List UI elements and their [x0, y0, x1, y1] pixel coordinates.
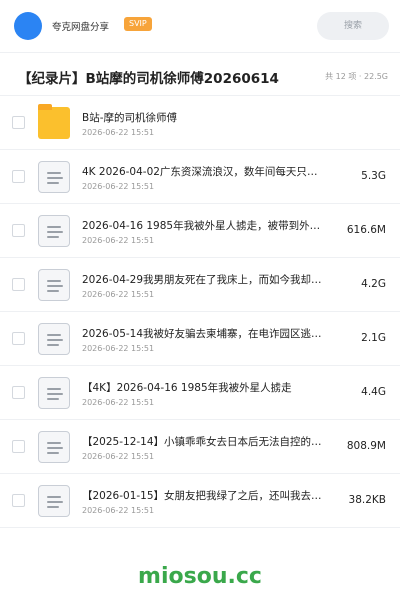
row-checkbox[interactable] [12, 332, 25, 345]
file-name[interactable]: 【2026-01-15】女朋友把我绿了之后，还叫我去接她 [82, 488, 322, 503]
watermark-text: miosou.cc [138, 564, 262, 589]
row-checkbox[interactable] [12, 278, 25, 291]
page-title: 【纪录片】B站摩的司机徐师傅20260614 [18, 71, 279, 87]
file-size: 5.3G [361, 170, 386, 182]
file-date: 2026-06-22 15:51 [82, 128, 155, 137]
file-row[interactable]: 【4K】2026-04-16 1985年我被外星人掳走 2026-06-22 15… [0, 366, 400, 420]
folder-icon [38, 104, 70, 139]
avatar[interactable] [14, 12, 42, 40]
file-name[interactable]: 【4K】2026-04-16 1985年我被外星人掳走 [82, 380, 322, 395]
row-checkbox[interactable] [12, 494, 25, 507]
file-size: 616.6M [346, 224, 386, 236]
file-date: 2026-06-22 15:51 [82, 506, 155, 515]
file-row[interactable]: 2026-04-29我男朋友死在了我床上，而如今我却被判刑 2026-06-22 … [0, 258, 400, 312]
file-name[interactable]: 4K 2026-04-02广东资深流浪汉，数年间每天只吃一顿饭 [82, 164, 322, 179]
file-row[interactable]: 【2025-12-14】小镇乖乖女去日本后无法自控的人生 2026-06-22 1… [0, 420, 400, 474]
top-bar: 夸克网盘分享 SVIP 搜索 [0, 0, 400, 52]
file-date: 2026-06-22 15:51 [82, 344, 155, 353]
file-row[interactable]: 4K 2026-04-02广东资深流浪汉，数年间每天只吃一顿饭 2026-06-2… [0, 150, 400, 204]
document-icon [38, 269, 70, 301]
file-date: 2026-06-22 15:51 [82, 236, 155, 245]
document-icon [38, 377, 70, 409]
file-size: 808.9M [346, 440, 386, 452]
folder-meta: 共 12 项 · 22.5G [325, 72, 388, 81]
file-size: 38.2KB [348, 494, 386, 506]
search-button[interactable]: 搜索 [317, 12, 389, 40]
brand-name: 夸克网盘分享 [52, 22, 110, 33]
row-checkbox[interactable] [12, 386, 25, 399]
file-row[interactable]: 【2026-01-15】女朋友把我绿了之后，还叫我去接她 2026-06-22 1… [0, 474, 400, 528]
svip-badge: SVIP [124, 17, 152, 31]
file-size: 2.1G [361, 332, 386, 344]
row-checkbox[interactable] [12, 224, 25, 237]
document-icon [38, 431, 70, 463]
row-checkbox[interactable] [12, 116, 25, 129]
file-date: 2026-06-22 15:51 [82, 452, 155, 461]
file-row[interactable]: 2026-04-16 1985年我被外星人掳走，被带到外星球生活 2026-06-… [0, 204, 400, 258]
file-size: 4.2G [361, 278, 386, 290]
file-date: 2026-06-22 15:51 [82, 398, 155, 407]
document-icon [38, 485, 70, 517]
file-row[interactable]: 2026-05-14我被好友骗去柬埔寨，在电诈园区逃了出来 2026-06-22 … [0, 312, 400, 366]
file-name[interactable]: 2026-05-14我被好友骗去柬埔寨，在电诈园区逃了出来 [82, 326, 322, 341]
folder-row[interactable]: B站-摩的司机徐师傅 2026-06-22 15:51 [0, 96, 400, 150]
file-name[interactable]: 2026-04-29我男朋友死在了我床上，而如今我却被判刑 [82, 272, 322, 287]
document-icon [38, 215, 70, 247]
folder-header: 【纪录片】B站摩的司机徐师傅20260614 共 12 项 · 22.5G [0, 52, 400, 96]
file-name[interactable]: 2026-04-16 1985年我被外星人掳走，被带到外星球生活 [82, 218, 322, 233]
file-size: 4.4G [361, 386, 386, 398]
row-checkbox[interactable] [12, 170, 25, 183]
file-name[interactable]: B站-摩的司机徐师傅 [82, 110, 322, 125]
file-list: B站-摩的司机徐师傅 2026-06-22 15:51 4K 2026-04-02广… [0, 96, 400, 528]
file-date: 2026-06-22 15:51 [82, 182, 155, 191]
row-checkbox[interactable] [12, 440, 25, 453]
document-icon [38, 323, 70, 355]
file-date: 2026-06-22 15:51 [82, 290, 155, 299]
file-name[interactable]: 【2025-12-14】小镇乖乖女去日本后无法自控的人生 [82, 434, 322, 449]
document-icon [38, 161, 70, 193]
